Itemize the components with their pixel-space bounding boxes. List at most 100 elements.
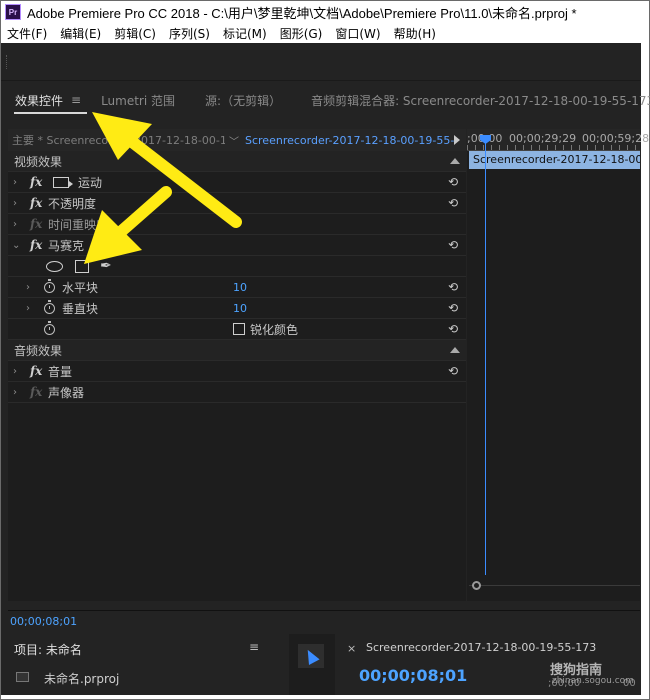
sharpen-colors-checkbox[interactable] — [233, 323, 245, 335]
expand-chevron-icon[interactable]: › — [13, 198, 23, 209]
fx-badge-disabled-icon: fx — [30, 217, 43, 231]
sequence-timecode[interactable]: 00;00;08;01 — [359, 666, 467, 685]
effect-motion-label: 运动 — [78, 175, 103, 190]
horizontal-blocks-label: 水平块 — [62, 280, 99, 295]
effect-controls-panel: 主要 * Screenrecorder-2017-12-18-00-19... … — [8, 129, 466, 601]
param-row-horizontal-blocks: › 水平块 10 ⟲ — [8, 277, 466, 298]
project-file-item[interactable]: 未命名.prproj — [44, 670, 119, 687]
video-effects-label: 视频效果 — [14, 154, 63, 169]
tab-effect-controls[interactable]: 效果控件 — [15, 92, 63, 109]
effect-volume-label: 音量 — [48, 364, 73, 379]
mask-tools-row: ✒ — [8, 256, 466, 277]
ruler-timecode-end: 00;00;59;28 — [582, 132, 650, 145]
project-menu-icon[interactable]: ≡ — [249, 640, 259, 654]
fx-badge-icon[interactable]: fx — [30, 175, 42, 189]
sequence-clip-selector[interactable]: Screenrecorder-2017-12-18-00-19-55-1... — [245, 134, 455, 147]
reset-icon[interactable]: ⟲ — [446, 301, 460, 315]
expand-chevron-icon[interactable]: › — [13, 387, 23, 398]
menu-graphics[interactable]: 图形(G) — [280, 25, 323, 42]
reset-icon[interactable]: ⟲ — [446, 175, 460, 189]
timeline-clip-bar[interactable]: Screenrecorder-2017-12-18-00-19-5 — [469, 151, 640, 169]
effect-row-volume[interactable]: › fx 音量 ⟲ — [8, 361, 466, 382]
audio-effects-header[interactable]: 音频效果 — [8, 340, 466, 361]
tools-panel — [289, 634, 335, 695]
effect-row-panner[interactable]: › fx 声像器 — [8, 382, 466, 403]
effect-row-time-remap[interactable]: › fx 时间重映射 — [8, 214, 466, 235]
reset-icon[interactable]: ⟲ — [446, 364, 460, 378]
collapse-chevron-icon[interactable]: ⌄ — [12, 240, 22, 251]
menu-edit[interactable]: 编辑(E) — [60, 25, 101, 42]
pen-mask-icon[interactable]: ✒ — [100, 258, 112, 274]
master-clip-selector[interactable]: 主要 * Screenrecorder-2017-12-18-00-19... — [12, 132, 225, 148]
reset-icon[interactable]: ⟲ — [446, 196, 460, 210]
menu-clip[interactable]: 剪辑(C) — [114, 25, 156, 42]
reset-icon[interactable]: ⟲ — [446, 322, 460, 336]
project-panel-title[interactable]: 项目: 未命名 — [14, 641, 82, 658]
play-triangle-icon[interactable] — [454, 135, 460, 145]
project-file-icon — [16, 672, 29, 682]
tab-source[interactable]: 源:（无剪辑） — [205, 92, 281, 109]
ellipse-mask-icon[interactable] — [46, 260, 63, 272]
stopwatch-icon[interactable] — [44, 299, 55, 314]
fx-badge-icon[interactable]: fx — [30, 238, 42, 252]
stopwatch-icon[interactable] — [44, 320, 55, 335]
video-effects-header[interactable]: 视频效果 — [8, 151, 466, 172]
expand-chevron-icon[interactable]: › — [26, 282, 36, 293]
selection-tool-button[interactable] — [298, 644, 324, 668]
reset-icon[interactable]: ⟲ — [446, 280, 460, 294]
active-tab-underline — [14, 112, 87, 114]
panel-tab-bar: 效果控件 ≡ Lumetri 范围 源:（无剪辑） 音频剪辑混合器: Scree… — [1, 87, 650, 113]
vertical-blocks-value[interactable]: 10 — [233, 302, 247, 315]
expand-chevron-icon[interactable]: › — [13, 177, 23, 188]
stopwatch-icon[interactable] — [44, 278, 55, 293]
rectangle-mask-icon[interactable] — [75, 259, 89, 273]
sogou-watermark-url: zhinan.sogou.com — [552, 676, 634, 686]
effect-controls-timeline[interactable]: ;00;00 00;00;29;29 00;00;59;28 Screenrec… — [467, 129, 649, 601]
collapse-up-icon[interactable] — [450, 347, 460, 353]
premiere-app-icon: Pr — [5, 4, 21, 20]
menu-sequence[interactable]: 序列(S) — [169, 25, 210, 42]
window-right-edge — [641, 23, 649, 699]
effect-opacity-label: 不透明度 — [48, 196, 97, 211]
effect-controls-source-bar: 主要 * Screenrecorder-2017-12-18-00-19... … — [8, 129, 466, 151]
param-row-vertical-blocks: › 垂直块 10 ⟲ — [8, 298, 466, 319]
timeline-zoom-scrollbar[interactable] — [469, 581, 640, 593]
effect-time-remap-label: 时间重映射 — [48, 217, 109, 232]
expand-chevron-icon[interactable]: › — [13, 219, 23, 230]
effect-row-mosaic[interactable]: ⌄ fx 马赛克 ⟲ — [8, 235, 466, 256]
tab-lumetri-scopes[interactable]: Lumetri 范围 — [101, 92, 175, 109]
menu-file[interactable]: 文件(F) — [7, 25, 47, 42]
zoom-knob[interactable] — [472, 581, 481, 590]
tab-menu-icon[interactable]: ≡ — [71, 93, 81, 107]
audio-effects-label: 音频效果 — [14, 343, 63, 358]
effect-panner-label: 声像器 — [48, 385, 85, 400]
horizontal-blocks-value[interactable]: 10 — [233, 281, 247, 294]
playhead-line[interactable] — [485, 135, 486, 575]
fx-badge-icon[interactable]: fx — [30, 196, 42, 210]
effect-row-opacity[interactable]: › fx 不透明度 ⟲ — [8, 193, 466, 214]
menu-window[interactable]: 窗口(W) — [335, 25, 380, 42]
effect-controls-timecode[interactable]: 00;00;08;01 — [8, 610, 640, 632]
effect-row-motion[interactable]: › fx 运动 ⟲ — [8, 172, 466, 193]
menu-help[interactable]: 帮助(H) — [394, 25, 436, 42]
sharpen-colors-label: 锐化颜色 — [250, 322, 299, 337]
expand-chevron-icon[interactable]: › — [26, 303, 36, 314]
collapse-up-icon[interactable] — [450, 158, 460, 164]
workspace-toolbar — [1, 43, 641, 81]
fx-badge-icon[interactable]: fx — [30, 364, 42, 378]
menu-markers[interactable]: 标记(M) — [223, 25, 267, 42]
expand-chevron-icon[interactable]: › — [13, 366, 23, 377]
close-icon[interactable]: × — [347, 642, 356, 655]
project-panel: 项目: 未命名 ≡ 未命名.prproj — [8, 634, 285, 695]
chevron-down-icon[interactable]: ﹀ — [229, 133, 239, 148]
sequence-tab-name[interactable]: Screenrecorder-2017-12-18-00-19-55-173 — [366, 641, 596, 654]
reset-icon[interactable]: ⟲ — [446, 238, 460, 252]
toolbar-grip-handle[interactable] — [6, 55, 9, 69]
window-title: Adobe Premiere Pro CC 2018 - C:\用户\梦里乾坤\… — [27, 5, 577, 21]
selection-arrow-icon — [302, 647, 320, 665]
timeline-ruler[interactable]: ;00;00 00;00;29;29 00;00;59;28 — [467, 129, 649, 151]
menu-bar: 文件(F) 编辑(E) 剪辑(C) 序列(S) 标记(M) 图形(G) 窗口(W… — [1, 23, 641, 43]
param-row-sharpen-colors: 锐化颜色 ⟲ — [8, 319, 466, 340]
transform-icon[interactable] — [53, 176, 73, 188]
tab-audio-clip-mixer[interactable]: 音频剪辑混合器: Screenrecorder-2017-12-18-00-19… — [311, 92, 650, 109]
